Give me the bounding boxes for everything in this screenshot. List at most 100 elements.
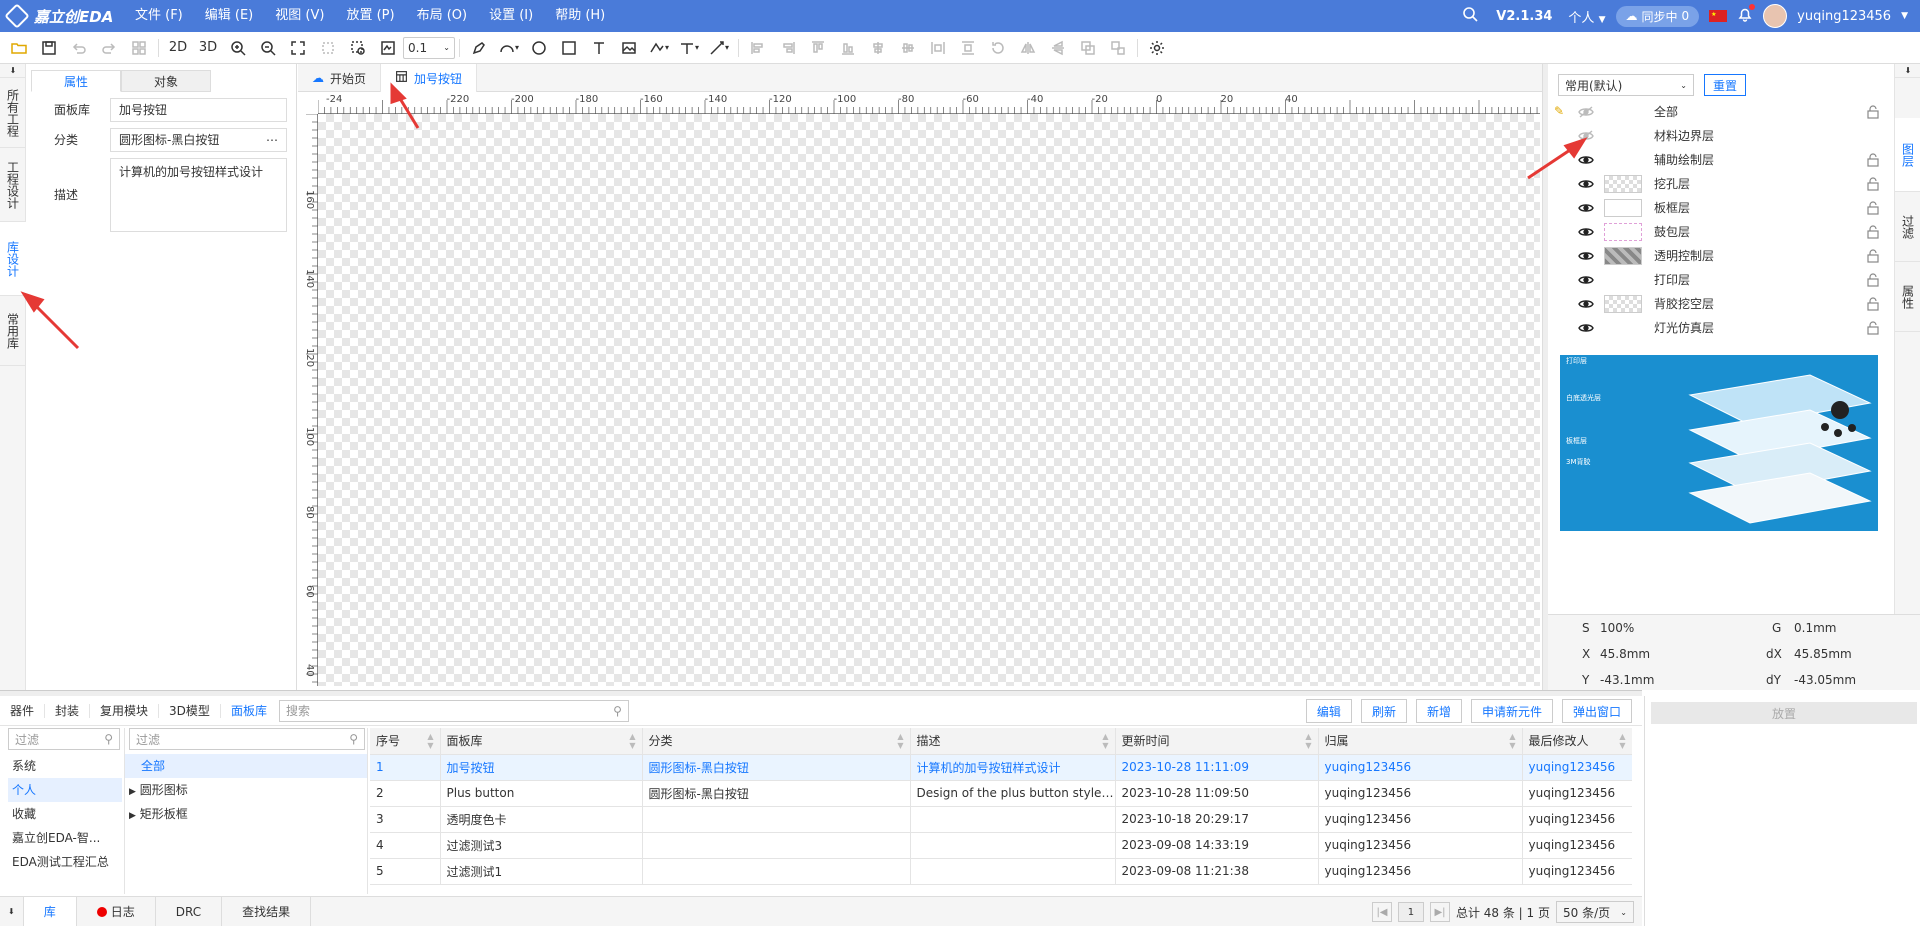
panel-library-field[interactable]: 加号按钮 [110, 98, 287, 122]
owner-team-test[interactable]: EDA测试工程汇总 [8, 850, 122, 874]
tab-reuse-blocks[interactable]: 复用模块 [90, 703, 160, 718]
last-page-icon[interactable]: ▶| [1429, 902, 1450, 922]
tree-item-rect-frames[interactable]: ▶ 矩形板框 [125, 802, 367, 826]
tab-common-library[interactable]: 常用库 [0, 296, 26, 366]
username[interactable]: yuqing123456 [1797, 9, 1891, 24]
tab-all-projects[interactable]: 所有工程 [0, 78, 26, 148]
layer-color-swatch[interactable] [1604, 127, 1642, 145]
grid-toggle-icon[interactable] [373, 34, 403, 62]
owner-favorites[interactable]: 收藏 [8, 802, 122, 826]
tab-library[interactable]: 库 [23, 896, 77, 926]
lock-icon[interactable] [1866, 201, 1880, 215]
refresh-button[interactable]: 刷新 [1360, 699, 1407, 723]
page-size-select[interactable]: 50 条/页 ⌄ [1556, 901, 1634, 923]
menu-edit[interactable]: 编辑 (E) [194, 0, 265, 32]
current-page[interactable]: 1 [1397, 902, 1424, 922]
tab-project-design[interactable]: 工程设计 [0, 148, 26, 222]
layer-row[interactable]: 透明控制层 [1548, 244, 1894, 268]
tab-footprints[interactable]: 封装 [45, 703, 91, 718]
sort-icon[interactable]: ▲ ▼ [1619, 732, 1625, 750]
rectangle-tool-icon[interactable] [554, 34, 584, 62]
sort-icon[interactable]: ▲ ▼ [1102, 732, 1108, 750]
eye-icon[interactable] [1578, 201, 1594, 215]
layer-row[interactable]: 灯光仿真层 [1548, 316, 1894, 340]
column-header[interactable]: 面板库 ▲ ▼ [440, 728, 643, 755]
notification-bell-icon[interactable] [1737, 4, 1756, 26]
layer-color-swatch[interactable] [1604, 223, 1642, 241]
lock-icon[interactable] [1866, 273, 1880, 287]
arc-tool-icon[interactable]: ▾ [494, 34, 524, 62]
fit-view-icon[interactable] [283, 34, 313, 62]
text-tool-icon[interactable] [584, 34, 614, 62]
tab-plus-button[interactable]: 加号按钮 [381, 64, 478, 92]
tree-item-round-icons[interactable]: ▶ 圆形图标 [125, 778, 367, 802]
lock-icon[interactable] [1866, 177, 1880, 191]
sync-button[interactable]: ☁ 同步中 0 [1615, 5, 1700, 27]
measure-tool-icon[interactable]: ▾ [704, 34, 734, 62]
layer-row[interactable]: 板框层 [1548, 196, 1894, 220]
layer-color-swatch[interactable] [1604, 319, 1642, 337]
eye-icon[interactable] [1578, 105, 1594, 119]
owner-team-jlc[interactable]: 嘉立创EDA-智... [8, 826, 122, 850]
gear-icon[interactable] [1142, 34, 1172, 62]
circle-tool-icon[interactable] [524, 34, 554, 62]
table-row[interactable]: 1 加号按钮 圆形图标-黑白按钮 计算机的加号按钮样式设计 2023-10-28 11:… [370, 754, 1632, 781]
dimension-tool-icon[interactable]: ▾ [674, 34, 704, 62]
layer-preset-select[interactable]: 常用(默认) ⌄ [1558, 74, 1694, 96]
menu-layout[interactable]: 布局 (O) [406, 0, 479, 32]
eye-icon[interactable] [1578, 225, 1594, 239]
eye-icon[interactable] [1578, 177, 1594, 191]
reset-button[interactable]: 重置 [1704, 74, 1747, 96]
design-canvas[interactable] [318, 114, 1540, 686]
category-filter-input[interactable]: 过滤 ⚲ [129, 728, 365, 750]
open-folder-icon[interactable] [4, 34, 34, 62]
eye-icon[interactable] [1578, 129, 1594, 143]
save-icon[interactable] [34, 34, 64, 62]
more-icon[interactable]: ⋯ [266, 129, 278, 151]
layer-row[interactable]: 鼓包层 [1548, 220, 1894, 244]
lock-icon[interactable] [1866, 225, 1880, 239]
lock-icon[interactable] [1866, 249, 1880, 263]
layer-color-swatch[interactable] [1604, 271, 1642, 289]
table-row[interactable]: 3 透明度色卡 2023-10-18 20:29:17 yuqing123456 yuq… [370, 806, 1632, 833]
align-center-h-icon[interactable] [863, 34, 893, 62]
chevron-right-icon[interactable]: ▶ [129, 787, 136, 797]
align-center-v-icon[interactable] [893, 34, 923, 62]
menu-file[interactable]: 文件 (F) [124, 0, 194, 32]
fit-selection-icon[interactable] [313, 34, 343, 62]
edit-button[interactable]: 编辑 [1305, 699, 1352, 723]
column-header[interactable]: 描述 ▲ ▼ [910, 728, 1116, 755]
mode-dropdown[interactable]: 个人 ▼ [1568, 7, 1605, 26]
eye-icon[interactable] [1578, 321, 1594, 335]
popout-window-button[interactable]: 弹出窗口 [1561, 699, 1632, 723]
owner-filter-input[interactable]: 过滤 ⚲ [8, 728, 120, 750]
line-tool-icon[interactable]: ▾ [644, 34, 674, 62]
layer-color-swatch[interactable] [1604, 151, 1642, 169]
tab-properties[interactable]: 属性 [31, 70, 121, 92]
column-header[interactable]: 序号 ▲ ▼ [370, 728, 441, 755]
pin-icon[interactable]: ⬇ [0, 64, 26, 78]
layer-row[interactable]: 背胶挖空层 [1548, 292, 1894, 316]
pin-icon[interactable]: ⬇ [1895, 64, 1920, 78]
tab-log[interactable]: 日志 [77, 896, 156, 926]
table-row[interactable]: 5 过滤测试1 2023-09-08 11:21:38 yuqing123456 yuq… [370, 858, 1632, 885]
group-icon[interactable] [1073, 34, 1103, 62]
pencil-icon[interactable]: ✎ [1554, 104, 1564, 118]
layer-color-swatch[interactable] [1604, 247, 1642, 265]
layer-row[interactable]: 辅助绘制层 [1548, 148, 1894, 172]
pen-icon[interactable] [464, 34, 494, 62]
user-menu-chevron-icon[interactable]: ▼ [1901, 11, 1908, 21]
zoom-in-icon[interactable] [223, 34, 253, 62]
sort-icon[interactable]: ▲ ▼ [629, 732, 635, 750]
menu-view[interactable]: 视图 (V) [264, 0, 335, 32]
tab-components[interactable]: 器件 [0, 703, 46, 718]
owner-system[interactable]: 系统 [8, 754, 122, 778]
tab-find-results[interactable]: 查找结果 [222, 896, 312, 926]
layer-row[interactable]: 挖孔层 [1548, 172, 1894, 196]
request-component-button[interactable]: 申请新元件 [1470, 699, 1553, 723]
tab-drc[interactable]: DRC [156, 896, 223, 926]
layer-color-swatch[interactable] [1604, 103, 1642, 121]
layer-row[interactable]: 材料边界层 [1548, 124, 1894, 148]
menu-settings[interactable]: 设置 (I) [478, 0, 544, 32]
sort-icon[interactable]: ▲ ▼ [1305, 732, 1311, 750]
